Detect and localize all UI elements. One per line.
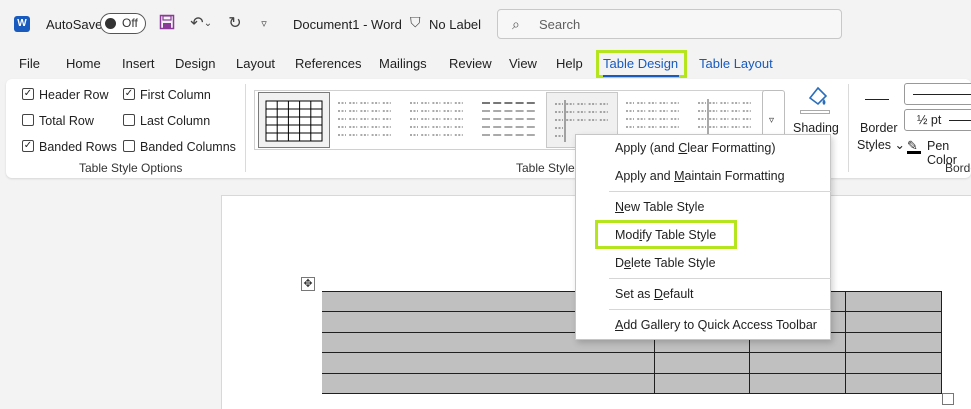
toggle-knob — [105, 18, 116, 29]
line-style-dropdown[interactable] — [904, 83, 971, 105]
tab-view[interactable]: View — [509, 56, 537, 71]
table-style-swatch[interactable] — [402, 92, 474, 148]
autosave-toggle[interactable]: Off — [100, 13, 146, 34]
last-column-label[interactable]: Last Column — [140, 114, 210, 128]
table-style-swatch[interactable] — [258, 92, 330, 148]
active-tab-indicator — [603, 75, 679, 77]
menu-item-new-table-style[interactable]: New Table Style — [615, 200, 704, 214]
table-cell[interactable] — [315, 372, 655, 394]
shield-icon[interactable]: ⛉ — [410, 14, 421, 31]
menu-separator — [609, 191, 831, 192]
tab-home[interactable]: Home — [66, 56, 101, 71]
menu-separator — [609, 309, 831, 310]
table-cell[interactable] — [653, 372, 751, 394]
search-placeholder: Search — [539, 17, 581, 32]
tab-review[interactable]: Review — [449, 56, 492, 71]
save-icon[interactable] — [157, 14, 177, 34]
table-style-preview-icon — [265, 100, 323, 142]
total-row-label[interactable]: Total Row — [39, 114, 94, 128]
menu-separator — [609, 278, 831, 279]
table-cell[interactable] — [845, 372, 942, 394]
table-style-swatch[interactable] — [474, 92, 546, 148]
table-cell[interactable] — [845, 352, 942, 374]
table-resize-handle[interactable] — [942, 393, 954, 405]
border-styles-label[interactable]: Border — [860, 121, 898, 135]
banded-columns-checkbox[interactable] — [123, 140, 135, 152]
line-weight-dropdown[interactable]: ½ pt — [904, 109, 971, 131]
chevron-down-icon: ▿ — [769, 115, 775, 126]
menu-item-delete-table-style[interactable]: Delete Table Style — [615, 256, 716, 270]
table-style-preview-icon — [338, 102, 391, 136]
autosave-state: Off — [122, 16, 138, 30]
tab-references[interactable]: References — [295, 56, 361, 71]
sensitivity-label[interactable]: No Label — [429, 17, 481, 32]
table-style-preview-icon — [410, 102, 463, 136]
banded-columns-label[interactable]: Banded Columns — [140, 140, 236, 154]
tab-help[interactable]: Help — [556, 56, 583, 71]
pen-color-bar — [907, 151, 921, 154]
table-row[interactable] — [315, 352, 942, 374]
banded-rows-label[interactable]: Banded Rows — [39, 140, 117, 154]
shading-color-bar — [800, 110, 830, 114]
table-style-swatch[interactable] — [330, 92, 402, 148]
table-cell[interactable] — [749, 372, 847, 394]
title-bar: W AutoSave Off ↶ ⌄ ↻ ▿ Document1 - Word … — [0, 0, 971, 48]
shading-button[interactable]: Shading — [793, 121, 839, 135]
last-column-checkbox[interactable] — [123, 114, 135, 126]
move-handle-icon[interactable]: ✥ — [301, 277, 315, 291]
total-row-checkbox[interactable] — [22, 114, 34, 126]
document-title: Document1 - Word — [293, 17, 402, 32]
menu-item-add-gallery-to-qat[interactable]: Add Gallery to Quick Access Toolbar — [615, 318, 817, 332]
table-cell[interactable] — [845, 290, 942, 313]
tab-layout[interactable]: Layout — [236, 56, 275, 71]
search-icon: ⌕ — [512, 16, 520, 32]
undo-dropdown-icon[interactable]: ⌄ — [203, 14, 213, 34]
highlight-modify-table-style — [595, 220, 737, 249]
redo-icon[interactable]: ↻ — [225, 14, 245, 34]
customize-qat-icon[interactable]: ▿ — [254, 14, 274, 34]
line-weight-value: ½ pt — [917, 113, 942, 127]
tab-file[interactable]: File — [19, 56, 40, 71]
menu-item-set-as-default[interactable]: Set as Default — [615, 287, 694, 301]
table-cell[interactable] — [845, 311, 942, 333]
word-logo-icon: W — [14, 16, 30, 32]
table-cell[interactable] — [315, 352, 655, 374]
table-cell[interactable] — [845, 331, 942, 354]
first-column-label[interactable]: First Column — [140, 88, 211, 102]
line-weight-preview — [949, 120, 971, 121]
search-input[interactable]: ⌕ Search — [497, 9, 842, 39]
ribbon-tabs: File Home Insert Design Layout Reference… — [0, 48, 971, 78]
tab-design[interactable]: Design — [175, 56, 215, 71]
table-cell[interactable] — [749, 352, 847, 374]
group-divider — [245, 84, 246, 172]
first-column-checkbox[interactable]: ✓ — [123, 88, 135, 100]
border-styles-icon[interactable] — [865, 99, 889, 100]
table-style-options-group-label: Table Style Options — [79, 161, 183, 175]
header-row-checkbox[interactable]: ✓ — [22, 88, 34, 100]
menu-item-apply-maintain-formatting[interactable]: Apply and Maintain Formatting — [615, 169, 785, 183]
borders-group-label: Borders — [945, 161, 971, 175]
table-row[interactable] — [315, 372, 942, 394]
tab-mailings[interactable]: Mailings — [379, 56, 427, 71]
border-styles-label-2[interactable]: Styles ⌄ — [857, 137, 905, 152]
header-row-label[interactable]: Header Row — [39, 88, 108, 102]
table-style-preview-icon — [482, 102, 535, 136]
banded-rows-checkbox[interactable]: ✓ — [22, 140, 34, 152]
table-styles-group-label: Table Styles — [516, 161, 581, 175]
table-cell[interactable] — [653, 352, 751, 374]
menu-item-apply-clear-formatting[interactable]: Apply (and Clear Formatting) — [615, 141, 776, 155]
autosave-label: AutoSave — [46, 17, 103, 32]
highlight-table-design — [596, 50, 687, 78]
tab-insert[interactable]: Insert — [122, 56, 155, 71]
tab-table-layout[interactable]: Table Layout — [699, 56, 773, 71]
line-style-preview — [913, 94, 971, 95]
group-divider — [848, 84, 849, 172]
